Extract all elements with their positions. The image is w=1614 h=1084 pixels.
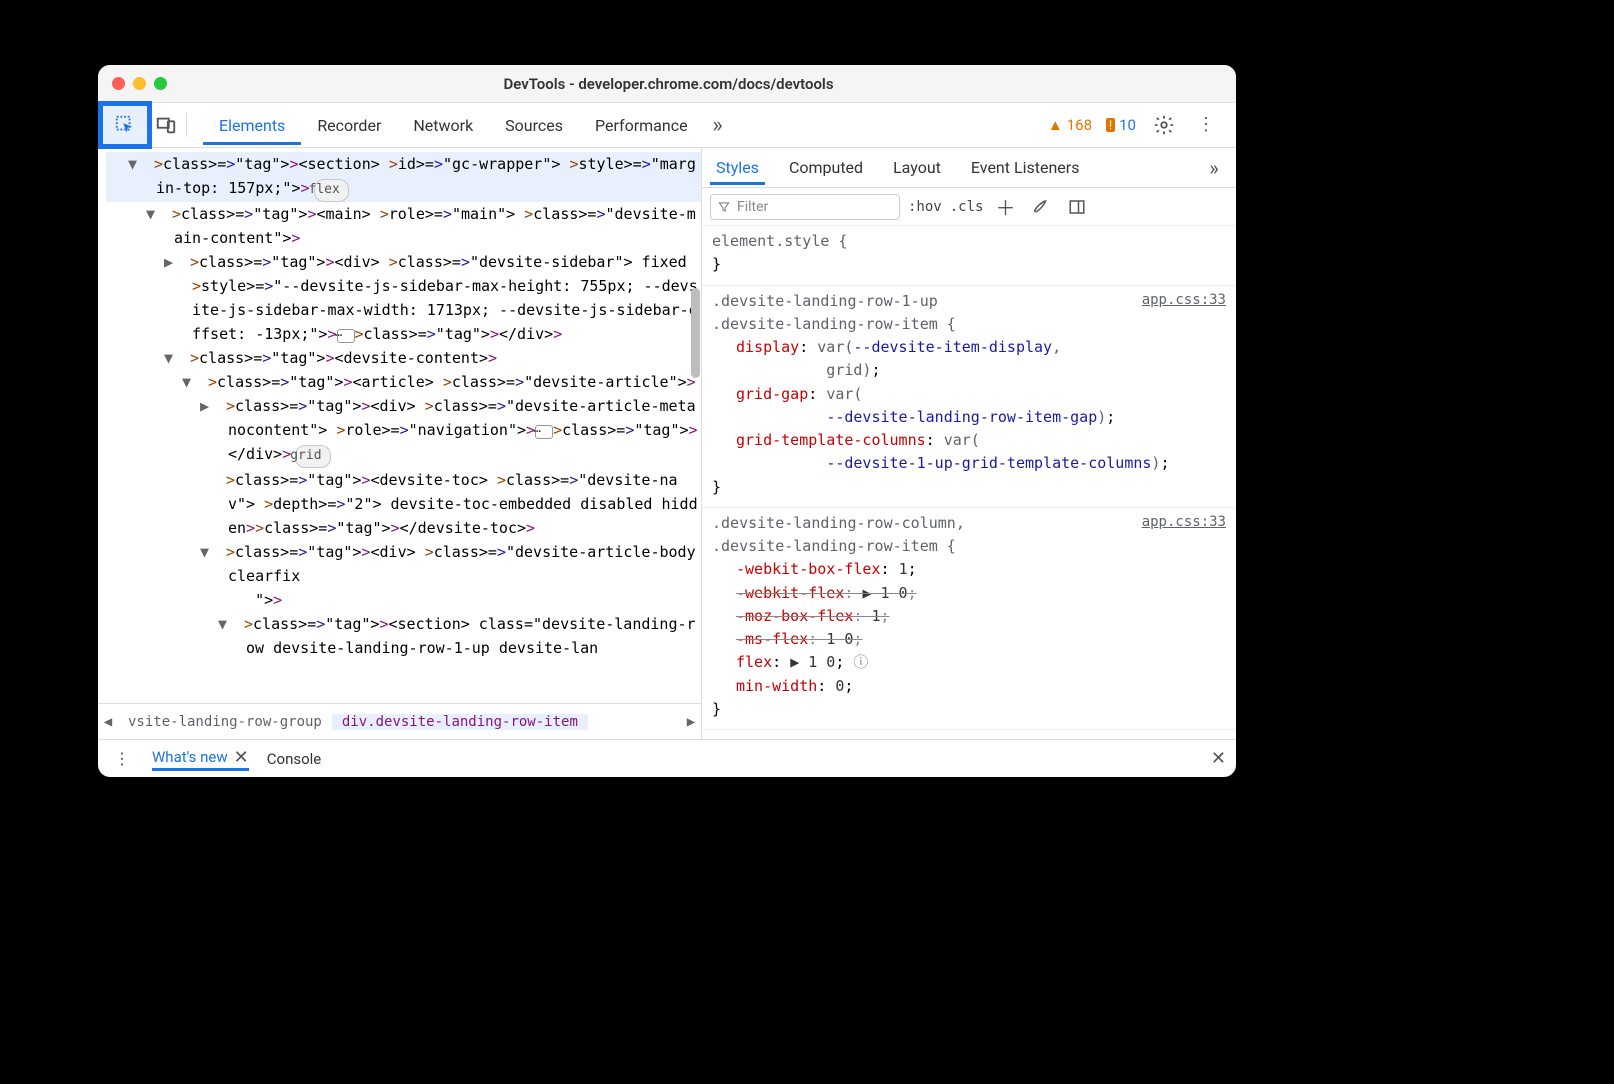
titlebar: DevTools - developer.chrome.com/docs/dev…: [98, 65, 1236, 103]
drawer-more-button[interactable]: ⋮: [108, 745, 136, 773]
dom-node[interactable]: ▼>class>=>"tag">><section> class="devsit…: [106, 612, 701, 660]
warnings-count[interactable]: ▲168: [1048, 116, 1092, 134]
breadcrumbs: ◀ vsite-landing-row-groupdiv.devsite-lan…: [98, 703, 701, 739]
drawer-tab-what-s-new[interactable]: What's new ✕: [152, 747, 249, 771]
styles-tab-layout[interactable]: Layout: [887, 150, 947, 185]
chevron-right-double-icon: »: [712, 113, 722, 138]
kebab-icon: ⋮: [114, 749, 130, 768]
computed-styles-toggle[interactable]: [1027, 193, 1055, 221]
inspect-element-button[interactable]: [98, 101, 152, 149]
main-toolbar: ElementsRecorderNetworkSourcesPerformanc…: [98, 103, 1236, 148]
tab-network[interactable]: Network: [397, 106, 489, 145]
window-title: DevTools - developer.chrome.com/docs/dev…: [167, 75, 1170, 93]
drawer-close-button[interactable]: ✕: [1211, 748, 1226, 769]
plus-icon: ＋: [995, 192, 1015, 221]
zoom-window-icon[interactable]: [154, 77, 167, 90]
styles-more-tabs[interactable]: »: [1200, 154, 1228, 182]
dom-node[interactable]: ▼>class>=>"tag">><article> >class>=>"dev…: [106, 370, 701, 394]
ellipsis-icon[interactable]: ⋯: [535, 425, 553, 439]
dom-node[interactable]: ▼>class>=>"tag">><devsite-content>>: [106, 346, 701, 370]
elements-panel: ▼>class>=>"tag">><section> >id>=>"gc-wra…: [98, 148, 702, 739]
dom-node[interactable]: ▼>class>=>"tag">><section> >id>=>"gc-wra…: [106, 152, 701, 202]
styles-tab-computed[interactable]: Computed: [783, 150, 869, 185]
issues-count[interactable]: !10: [1106, 116, 1136, 134]
cls-toggle[interactable]: .cls: [950, 199, 984, 215]
more-tabs-button[interactable]: »: [704, 111, 732, 139]
device-toolbar-button[interactable]: [152, 111, 180, 139]
breadcrumb-item[interactable]: vsite-landing-row-group: [118, 714, 332, 730]
tab-elements[interactable]: Elements: [203, 106, 301, 145]
styles-filter-row: Filter :hov .cls ＋: [702, 188, 1236, 226]
warning-icon: ▲: [1048, 116, 1063, 134]
close-icon: ✕: [1211, 748, 1226, 769]
new-style-rule-button[interactable]: ＋: [991, 193, 1019, 221]
breadcrumb-scroll-left[interactable]: ◀: [98, 714, 118, 730]
window-controls: [112, 77, 167, 90]
source-link[interactable]: app.css:33: [1142, 290, 1226, 312]
dom-node[interactable]: ▶>class>=>"tag">><div> >class>=>"devsite…: [106, 250, 701, 346]
close-icon[interactable]: ✕: [234, 747, 249, 768]
drawer-tab-console[interactable]: Console: [267, 747, 322, 771]
minimize-window-icon[interactable]: [133, 77, 146, 90]
styles-panel: Styles Computed Layout Event Listeners » Fil…: [702, 148, 1236, 739]
filter-icon: [717, 200, 731, 214]
breadcrumb-item[interactable]: div.devsite-landing-row-item: [332, 714, 588, 730]
scrollbar-thumb[interactable]: [691, 288, 700, 378]
source-link[interactable]: app.css:33: [1142, 512, 1226, 534]
issue-icon: !: [1106, 118, 1115, 132]
device-icon: [155, 114, 177, 136]
filter-input[interactable]: Filter: [710, 194, 900, 220]
layout-badge[interactable]: grid: [295, 445, 330, 468]
layout-badge[interactable]: flex: [314, 179, 349, 202]
styles-tab-event-listeners[interactable]: Event Listeners: [965, 150, 1086, 185]
dom-tree[interactable]: ▼>class>=>"tag">><section> >id>=>"gc-wra…: [98, 148, 701, 703]
tab-performance[interactable]: Performance: [579, 106, 704, 145]
info-icon[interactable]: ⓘ: [853, 653, 868, 671]
css-rule[interactable]: element.style {}: [702, 226, 1236, 286]
css-rule[interactable]: app.css:33.devsite-landing-row-column,.d…: [702, 508, 1236, 730]
drawer: ⋮ What's new ✕ Console ✕: [98, 739, 1236, 777]
hov-toggle[interactable]: :hov: [908, 199, 942, 215]
breadcrumb-scroll-right[interactable]: ▶: [681, 714, 701, 730]
ellipsis-icon[interactable]: ⋯: [337, 329, 355, 343]
settings-button[interactable]: [1150, 111, 1178, 139]
panel-tabs: ElementsRecorderNetworkSourcesPerformanc…: [203, 106, 704, 145]
layout-sidebar-button[interactable]: [1063, 193, 1091, 221]
dom-node[interactable]: ▼>class>=>"tag">><main> >role>=>"main"> …: [106, 202, 701, 250]
devtools-window: DevTools - developer.chrome.com/docs/dev…: [98, 65, 1236, 777]
tab-sources[interactable]: Sources: [489, 106, 579, 145]
styles-tabs: Styles Computed Layout Event Listeners »: [702, 148, 1236, 188]
styles-tab-styles[interactable]: Styles: [710, 150, 765, 185]
inspect-icon: [114, 114, 136, 136]
tab-recorder[interactable]: Recorder: [301, 106, 397, 145]
dom-node[interactable]: >class>=>"tag">><devsite-toc> >class>=>"…: [106, 468, 701, 540]
gear-icon: [1153, 114, 1175, 136]
more-options-button[interactable]: ⋮: [1192, 111, 1220, 139]
chevron-right-double-icon: »: [1209, 156, 1218, 180]
kebab-icon: ⋮: [1197, 121, 1215, 128]
close-window-icon[interactable]: [112, 77, 125, 90]
sidebar-icon: [1068, 198, 1086, 216]
dom-node[interactable]: ▶>class>=>"tag">><div> >class>=>"devsite…: [106, 394, 701, 468]
css-rule[interactable]: app.css:33.devsite-landing-row-1-up.devs…: [702, 286, 1236, 508]
styles-rules[interactable]: element.style {}app.css:33.devsite-landi…: [702, 226, 1236, 739]
brush-icon: [1032, 198, 1050, 216]
dom-node[interactable]: ▼>class>=>"tag">><div> >class>=>"devsite…: [106, 540, 701, 612]
